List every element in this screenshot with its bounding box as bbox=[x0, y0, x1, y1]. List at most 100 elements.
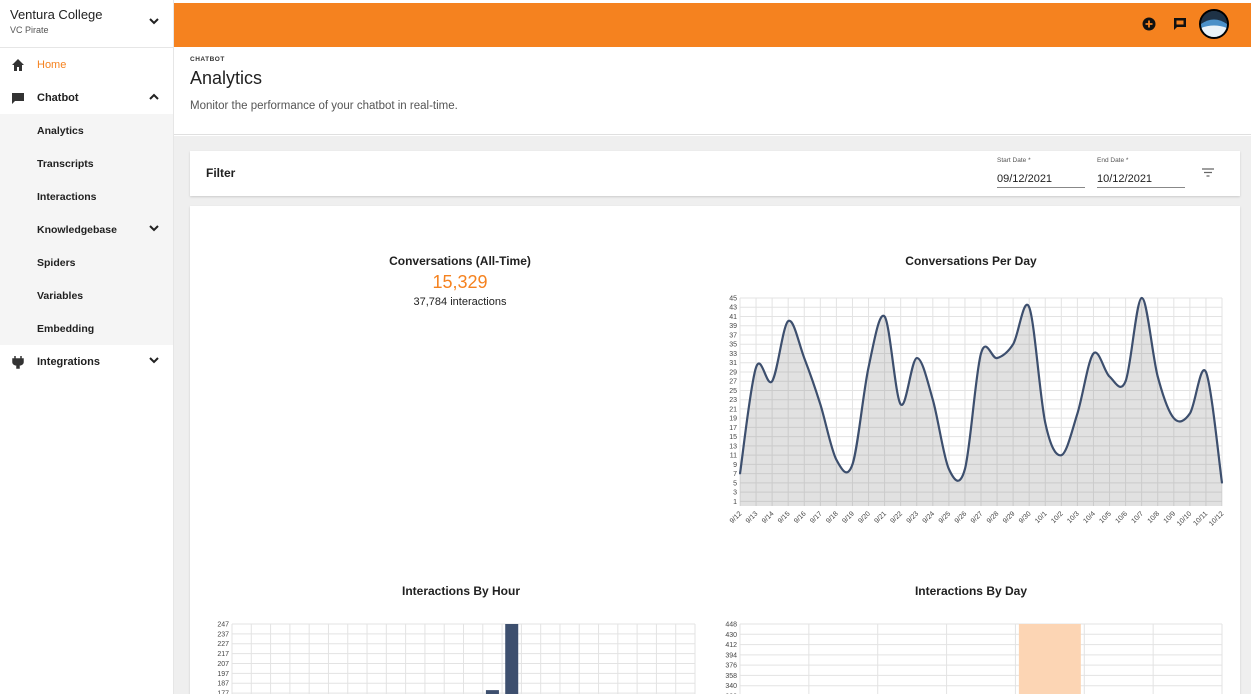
sidebar-item-analytics[interactable]: Analytics bbox=[0, 114, 173, 147]
chevron-down-icon[interactable] bbox=[149, 18, 159, 25]
x-tick-label: 9/16 bbox=[793, 510, 808, 525]
bar bbox=[505, 624, 519, 694]
y-tick-label: 11 bbox=[730, 453, 737, 460]
x-tick-label: 9/26 bbox=[954, 510, 969, 525]
start-date-field[interactable]: Start Date * 09/12/2021 bbox=[997, 157, 1085, 188]
bar bbox=[485, 690, 499, 694]
y-tick-label: 177 bbox=[217, 691, 229, 694]
data-point bbox=[932, 398, 934, 401]
chat-icon bbox=[12, 93, 24, 104]
x-tick-label: 9/12 bbox=[729, 510, 744, 525]
y-tick-label: 430 bbox=[725, 632, 737, 639]
data-point bbox=[1124, 380, 1127, 382]
data-point bbox=[1012, 343, 1014, 346]
chart-title-by-day: Interactions By Day bbox=[914, 584, 1028, 598]
org-switcher[interactable]: Ventura College VC Pirate bbox=[0, 0, 173, 48]
end-date-field[interactable]: End Date * 10/12/2021 bbox=[1097, 157, 1185, 188]
y-tick-label: 13 bbox=[729, 443, 737, 450]
start-date-input[interactable]: 09/12/2021 bbox=[997, 173, 1085, 188]
sidebar-item-label: Interactions bbox=[37, 190, 97, 203]
sidebar-item-label: Embedding bbox=[37, 322, 95, 335]
data-point bbox=[819, 403, 822, 406]
x-tick-label: 10/5 bbox=[1098, 510, 1113, 525]
y-tick-label: 9 bbox=[733, 462, 737, 469]
x-tick-label: 10/6 bbox=[1114, 510, 1129, 525]
data-point bbox=[883, 315, 886, 318]
sidebar-item-label: Analytics bbox=[37, 124, 84, 137]
chevron-down-icon[interactable] bbox=[149, 357, 159, 364]
data-point bbox=[1205, 371, 1207, 373]
y-tick-label: 39 bbox=[729, 323, 737, 330]
x-tick-label: 9/23 bbox=[906, 510, 921, 525]
sidebar-item-label: Home bbox=[37, 58, 67, 71]
y-tick-label: 17 bbox=[729, 425, 737, 432]
x-tick-label: 9/15 bbox=[777, 510, 792, 525]
x-tick-label: 9/17 bbox=[809, 510, 824, 525]
y-tick-label: 237 bbox=[217, 631, 229, 638]
y-tick-label: 21 bbox=[729, 406, 737, 413]
data-point bbox=[867, 366, 870, 369]
sidebar-item-label: Integrations bbox=[37, 355, 100, 368]
sidebar-item-home[interactable]: Home bbox=[0, 48, 173, 81]
end-date-input[interactable]: 10/12/2021 bbox=[1097, 173, 1185, 188]
avatar[interactable] bbox=[1199, 9, 1229, 39]
x-tick-label: 10/4 bbox=[1082, 510, 1097, 525]
x-tick-label: 10/10 bbox=[1176, 510, 1193, 527]
x-tick-label: 10/7 bbox=[1130, 510, 1145, 525]
y-tick-label: 217 bbox=[217, 651, 229, 658]
y-tick-label: 27 bbox=[729, 379, 737, 386]
y-tick-label: 41 bbox=[729, 314, 737, 321]
sidebar-item-integrations[interactable]: Integrations bbox=[0, 345, 173, 378]
feedback-icon[interactable] bbox=[1173, 17, 1187, 31]
sidebar-item-variables[interactable]: Variables bbox=[0, 279, 173, 312]
chevron-down-icon[interactable] bbox=[149, 225, 159, 232]
data-point bbox=[1092, 352, 1095, 355]
y-tick-label: 358 bbox=[725, 673, 737, 680]
sidebar-item-transcripts[interactable]: Transcripts bbox=[0, 147, 173, 180]
sidebar-item-chatbot[interactable]: Chatbot bbox=[0, 81, 173, 114]
sidebar-item-label: Spiders bbox=[37, 256, 76, 269]
x-tick-label: 10/2 bbox=[1050, 510, 1065, 525]
data-point bbox=[803, 357, 806, 359]
y-tick-label: 29 bbox=[729, 369, 737, 376]
page-title: Analytics bbox=[190, 68, 263, 88]
y-tick-label: 227 bbox=[217, 641, 229, 648]
data-point bbox=[1221, 482, 1223, 484]
data-point bbox=[1173, 417, 1175, 419]
y-tick-label: 247 bbox=[217, 622, 229, 629]
sidebar-item-spiders[interactable]: Spiders bbox=[0, 246, 173, 279]
x-tick-label: 9/19 bbox=[841, 510, 856, 525]
data-point bbox=[1044, 422, 1047, 424]
x-tick-label: 9/13 bbox=[745, 510, 760, 525]
x-tick-label: 10/1 bbox=[1034, 510, 1049, 525]
y-tick-label: 394 bbox=[725, 652, 737, 659]
data-point bbox=[771, 380, 773, 382]
start-date-label: Start Date * bbox=[997, 157, 1031, 164]
data-point bbox=[915, 357, 918, 359]
sidebar-item-label: Variables bbox=[37, 289, 84, 302]
sidebar-item-knowledgebase[interactable]: Knowledgebase bbox=[0, 213, 173, 246]
filter-list-icon[interactable] bbox=[1202, 168, 1214, 177]
sidebar-item-label: Chatbot bbox=[37, 91, 79, 104]
x-tick-label: 9/14 bbox=[761, 510, 776, 525]
end-date-label: End Date * bbox=[1097, 157, 1129, 164]
x-tick-label: 9/29 bbox=[1002, 510, 1017, 525]
y-tick-label: 15 bbox=[729, 434, 737, 441]
y-tick-label: 3 bbox=[733, 490, 737, 497]
x-tick-label: 9/18 bbox=[825, 510, 840, 525]
x-tick-label: 10/8 bbox=[1147, 510, 1162, 525]
conversations-value: 15,329 bbox=[432, 272, 488, 292]
top-bar bbox=[174, 3, 1251, 47]
interactions-count: 37,784 interactions bbox=[413, 296, 507, 308]
sidebar-item-label: Knowledgebase bbox=[37, 223, 117, 236]
home-icon bbox=[12, 59, 24, 71]
chevron-up-icon[interactable] bbox=[149, 93, 159, 100]
conversations-title: Conversations (All-Time) bbox=[389, 254, 531, 268]
filter-label: Filter bbox=[206, 166, 236, 180]
sidebar-item-embedding[interactable]: Embedding bbox=[0, 312, 173, 345]
add-circle-icon[interactable] bbox=[1142, 17, 1156, 31]
org-name: Ventura College bbox=[10, 7, 103, 22]
data-point bbox=[1076, 412, 1079, 415]
sidebar-item-interactions[interactable]: Interactions bbox=[0, 180, 173, 213]
data-point bbox=[899, 403, 902, 406]
